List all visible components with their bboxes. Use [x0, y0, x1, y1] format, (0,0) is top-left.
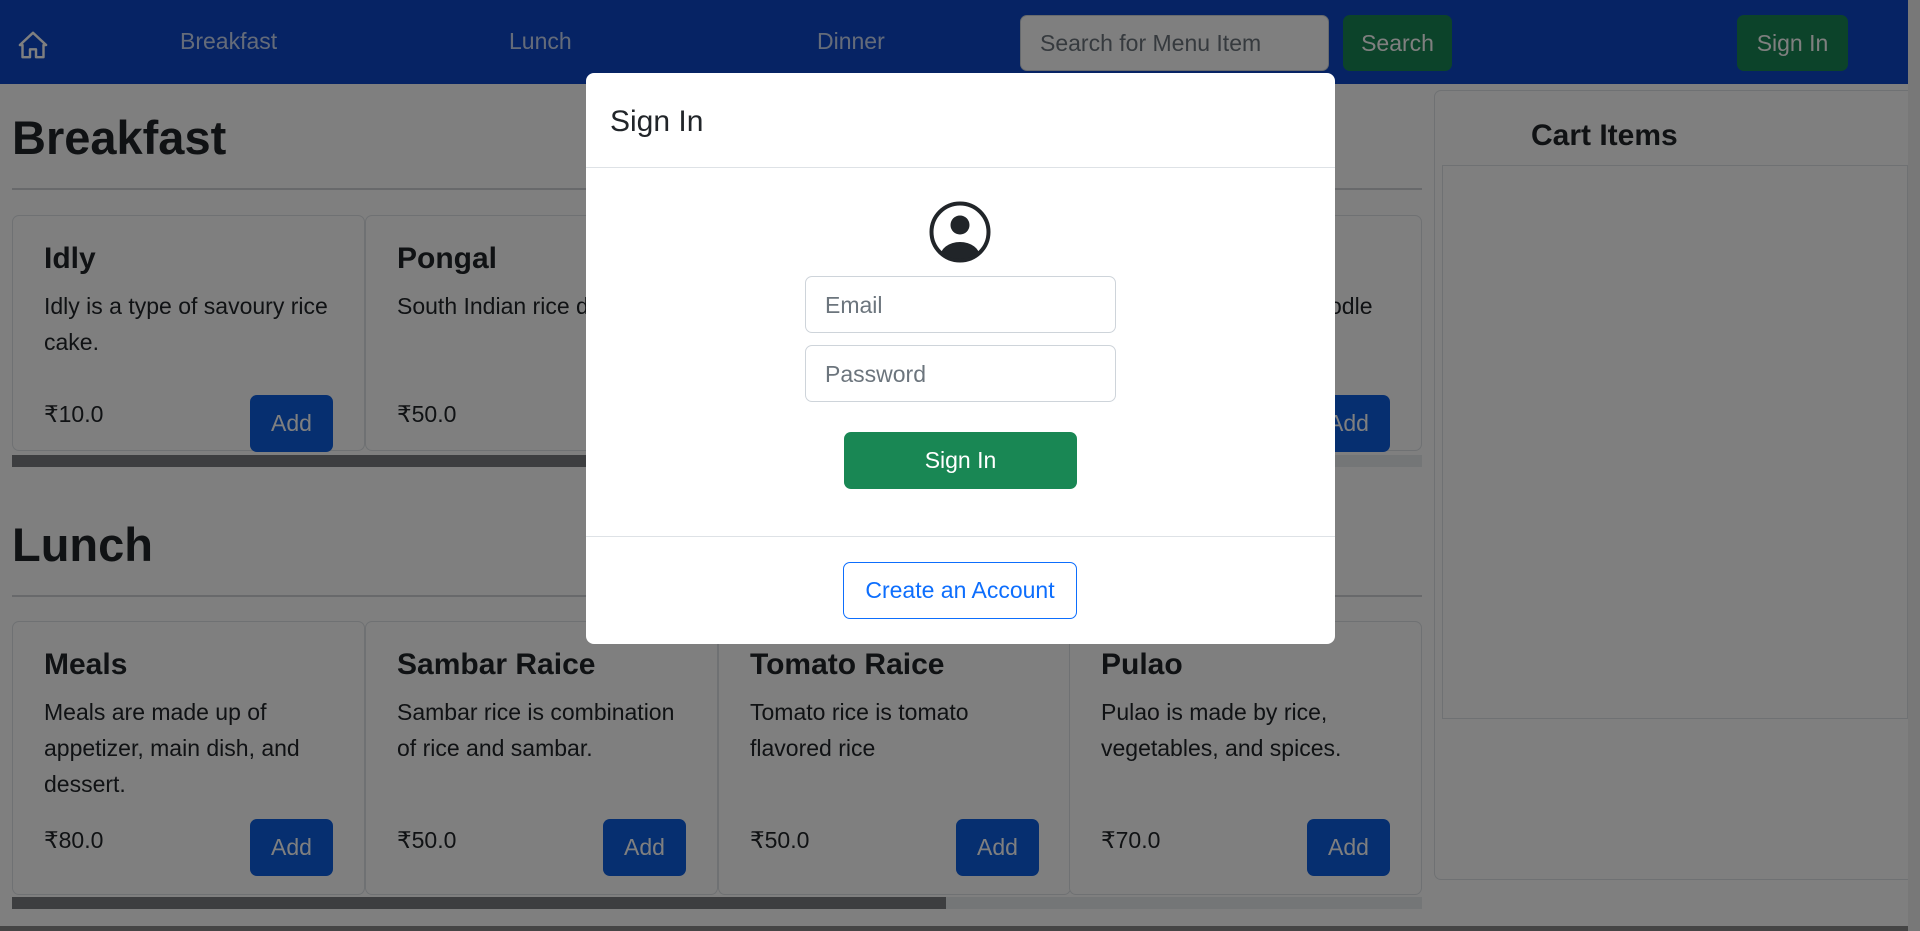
user-circle-icon [929, 201, 991, 263]
password-field[interactable]: Password [805, 345, 1116, 402]
modal-header-divider [586, 167, 1335, 168]
modal-sign-in-button[interactable]: Sign In [844, 432, 1077, 489]
email-field[interactable]: Email [805, 276, 1116, 333]
modal-footer-divider [586, 536, 1335, 537]
modal-title: Sign In [610, 105, 704, 138]
create-account-button[interactable]: Create an Account [843, 562, 1077, 619]
sign-in-modal: Sign In Email Password Sign In Create an… [586, 73, 1335, 644]
